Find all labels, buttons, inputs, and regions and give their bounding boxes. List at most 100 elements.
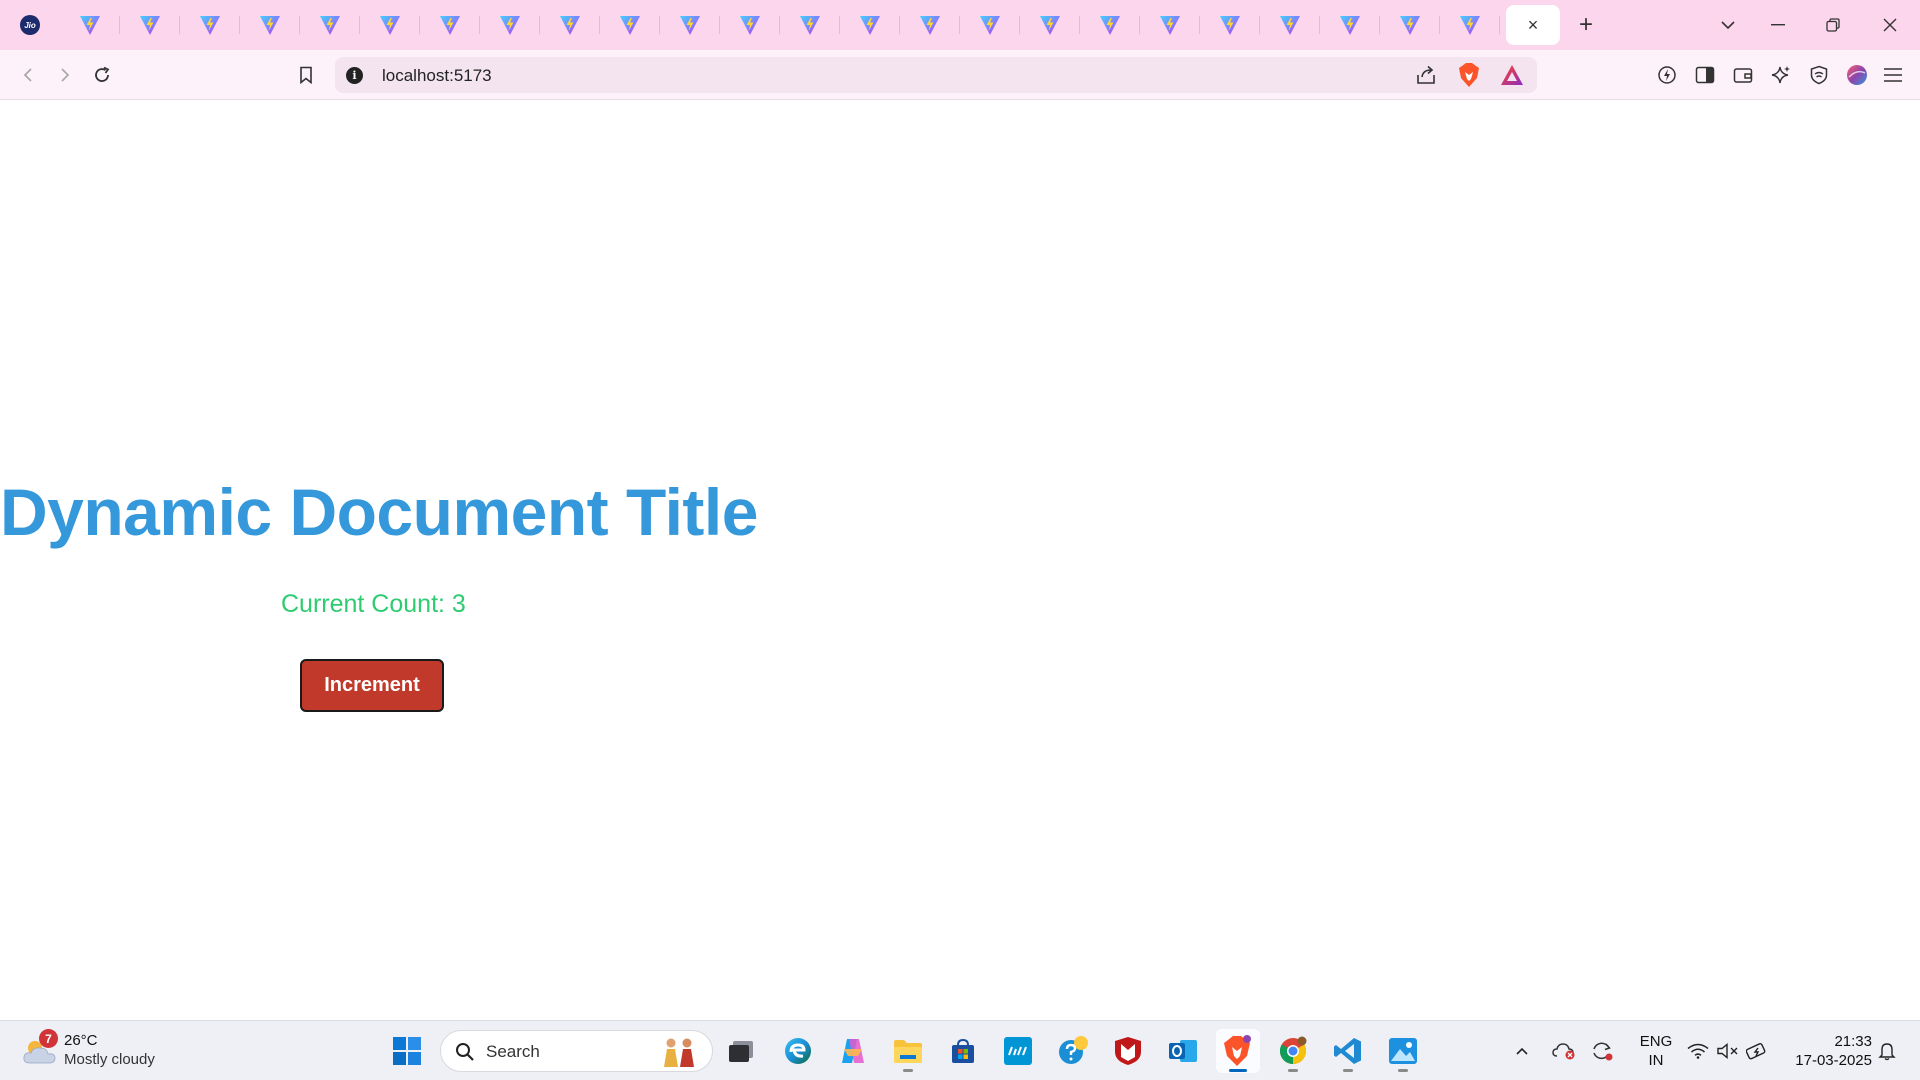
store-bag-icon (952, 1038, 974, 1063)
tab-vite[interactable] (1380, 0, 1440, 50)
vpn-button[interactable] (1804, 60, 1834, 90)
notifications-button[interactable] (1872, 1021, 1902, 1080)
start-button[interactable] (385, 1029, 429, 1073)
get-help-app[interactable] (1051, 1029, 1095, 1073)
cloud-error-icon (1552, 1043, 1575, 1060)
wifi-tray[interactable] (1686, 1021, 1710, 1080)
copilot-app[interactable] (831, 1029, 875, 1073)
outlook-app[interactable] (1161, 1029, 1205, 1073)
restore-button[interactable] (1805, 0, 1861, 50)
tab-vite[interactable] (780, 0, 840, 50)
volume-tray[interactable] (1716, 1021, 1740, 1080)
mcafee-app[interactable] (1106, 1029, 1150, 1073)
tab-vite[interactable] (1200, 0, 1260, 50)
myhp-app[interactable] (996, 1029, 1040, 1073)
vite-logo-icon (1460, 16, 1480, 35)
share-button[interactable] (1414, 63, 1438, 92)
task-view-button[interactable] (719, 1029, 763, 1073)
bookmark-button[interactable] (291, 60, 321, 90)
new-tab-button[interactable]: + (1560, 0, 1612, 50)
increment-button[interactable]: Increment (300, 659, 444, 712)
chrome-app[interactable] (1271, 1029, 1315, 1073)
tab-vite[interactable] (900, 0, 960, 50)
wallet-button[interactable] (1728, 60, 1758, 90)
task-view-icon (729, 1041, 753, 1062)
reload-icon (95, 66, 110, 82)
tab-vite[interactable] (300, 0, 360, 50)
reload-button[interactable] (87, 60, 117, 90)
sidebar-button[interactable] (1690, 60, 1720, 90)
microsoft-store-app[interactable] (941, 1029, 985, 1073)
site-info-icon[interactable]: i (346, 67, 363, 84)
tab-vite[interactable] (60, 0, 120, 50)
battery-tray[interactable] (1746, 1021, 1770, 1080)
url-text[interactable]: localhost:5173 (382, 66, 492, 86)
sync-tray[interactable] (1587, 1021, 1617, 1080)
minimize-icon (1771, 24, 1785, 26)
vite-logo-icon (1040, 16, 1060, 35)
wifi-icon (1687, 1043, 1709, 1059)
tab-vite[interactable] (540, 0, 600, 50)
clock[interactable]: 21:33 17-03-2025 (1782, 1032, 1872, 1070)
taskbar-search-box[interactable]: Search (440, 1030, 713, 1072)
tab-vite[interactable] (600, 0, 660, 50)
tab-vite[interactable] (120, 0, 180, 50)
show-hidden-icons-button[interactable] (1508, 1021, 1536, 1080)
vscode-app[interactable] (1326, 1029, 1370, 1073)
photos-app[interactable] (1381, 1029, 1425, 1073)
tab-vite[interactable] (1260, 0, 1320, 50)
tab-search-button[interactable] (1700, 0, 1756, 50)
onedrive-tray[interactable] (1549, 1021, 1579, 1080)
tab-vite[interactable] (180, 0, 240, 50)
menu-button[interactable] (1878, 60, 1908, 90)
chevron-up-icon (1516, 1047, 1528, 1055)
edge-app[interactable] (776, 1029, 820, 1073)
brave-app[interactable] (1216, 1029, 1260, 1073)
mcafee-shield-icon (1115, 1037, 1141, 1065)
back-button[interactable] (13, 60, 43, 90)
tab-vite[interactable] (1140, 0, 1200, 50)
profile-button[interactable] (1842, 60, 1872, 90)
folder-icon (894, 1040, 922, 1063)
tab-vite[interactable] (360, 0, 420, 50)
tab-vite[interactable] (840, 0, 900, 50)
battery-charging-icon (1746, 1043, 1766, 1060)
brave-rewards-button[interactable] (1500, 64, 1524, 91)
tab-active[interactable]: × (1506, 5, 1560, 45)
tab-jio[interactable]: Jio (0, 0, 60, 50)
speedreader-button[interactable] (1652, 60, 1682, 90)
tab-vite[interactable] (960, 0, 1020, 50)
close-icon (1883, 18, 1897, 32)
browser-toolbar: i localhost:5173 (0, 50, 1920, 100)
running-indicator (1398, 1069, 1408, 1072)
close-window-button[interactable] (1862, 0, 1918, 50)
language-indicator[interactable]: ENG IN (1634, 1032, 1678, 1070)
close-tab-icon[interactable]: × (1528, 15, 1539, 36)
tab-vite[interactable] (1020, 0, 1080, 50)
vite-logo-icon (920, 16, 940, 35)
vite-logo-icon (1160, 16, 1180, 35)
back-arrow-icon (23, 68, 32, 82)
tab-vite[interactable] (720, 0, 780, 50)
vite-logo-icon (680, 16, 700, 35)
tab-vite[interactable] (240, 0, 300, 50)
profile-avatar-icon (1847, 65, 1867, 85)
hamburger-menu-icon (1884, 68, 1902, 82)
shield-icon (1810, 65, 1828, 85)
minimize-button[interactable] (1750, 0, 1806, 50)
brave-shields-button[interactable] (1458, 62, 1480, 93)
tab-vite[interactable] (660, 0, 720, 50)
windows-logo-icon (393, 1037, 421, 1065)
leo-ai-button[interactable] (1766, 60, 1796, 90)
tab-vite[interactable] (420, 0, 480, 50)
address-bar[interactable]: i localhost:5173 (335, 57, 1537, 93)
tab-vite[interactable] (1080, 0, 1140, 50)
tab-vite[interactable] (480, 0, 540, 50)
file-explorer-app[interactable] (886, 1029, 930, 1073)
weather-temperature: 26°C (64, 1032, 98, 1049)
tab-vite[interactable] (1440, 0, 1500, 50)
forward-button[interactable] (50, 60, 80, 90)
weather-widget[interactable]: 7 26°C Mostly cloudy (22, 1029, 182, 1073)
tab-vite[interactable] (1320, 0, 1380, 50)
vite-logo-icon (860, 16, 880, 35)
